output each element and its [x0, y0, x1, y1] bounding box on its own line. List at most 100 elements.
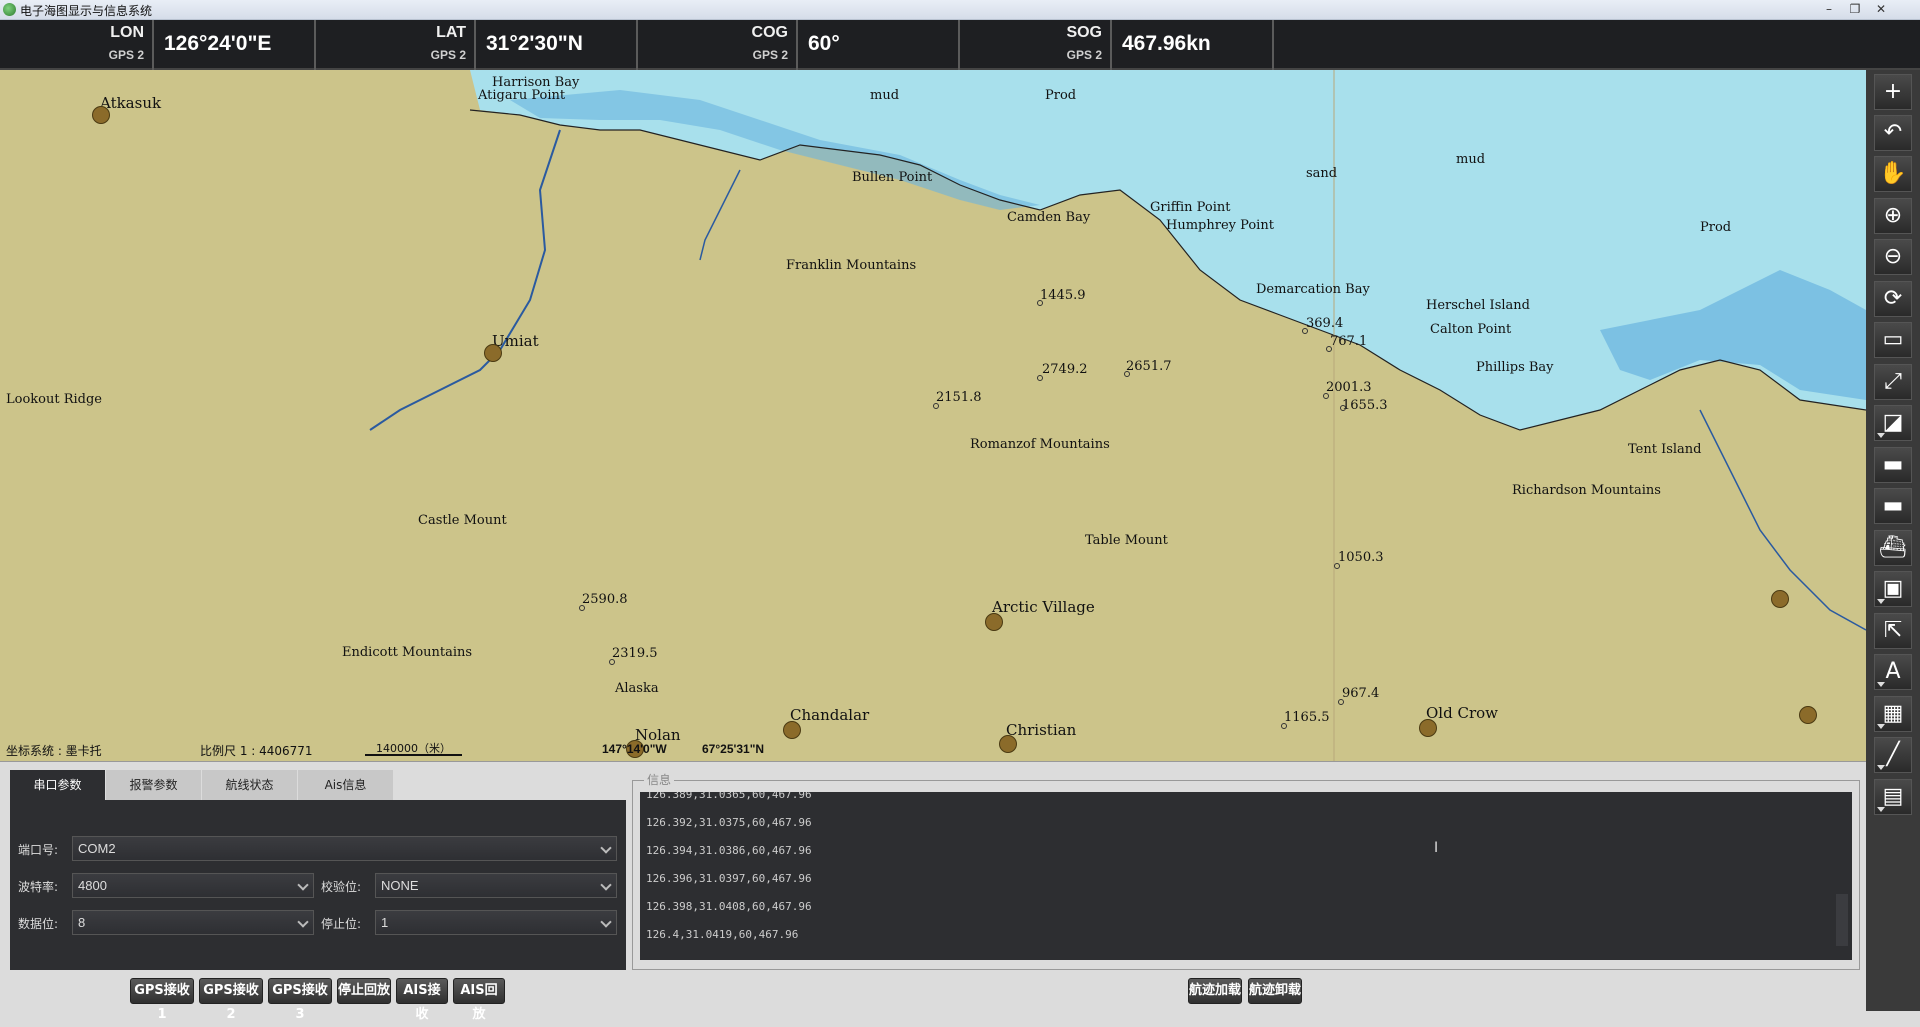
chevron-down-icon	[297, 916, 309, 928]
sog-source: GPS 2	[1066, 48, 1102, 62]
lat-value: 31°2'30"N	[486, 32, 583, 55]
zoom-in-icon[interactable]: ⊕	[1874, 198, 1912, 234]
chevron-down-icon	[297, 879, 309, 891]
town-marker-east2	[1799, 706, 1817, 724]
serial-panel: 端口号: COM2 波特率: 4800 校验位: NONE 数据位: 8 停止位…	[10, 800, 626, 970]
lat-value-cell: 31°2'30"N	[476, 20, 638, 70]
undo-icon[interactable]: ↶	[1874, 115, 1912, 151]
cog-label-cell: COG GPS 2	[638, 20, 798, 70]
plus-icon[interactable]: +	[1874, 74, 1912, 110]
track-unload-button[interactable]: 航迹卸载	[1248, 978, 1302, 1004]
tab-ais[interactable]: Ais信息	[298, 770, 393, 800]
chart-map[interactable]: Prod Prod mud mud sand Atkasuk Umiat Loo…	[0, 70, 1866, 762]
document-icon[interactable]: ▤	[1874, 779, 1912, 815]
zoom-out-icon[interactable]: ⊖	[1874, 239, 1912, 275]
elevation-label: 767.1	[1330, 334, 1368, 349]
sea-label-prod: Prod	[1700, 220, 1732, 235]
elevation-label: 1050.3	[1338, 550, 1384, 565]
town-umiat-marker	[484, 344, 502, 362]
route-icon[interactable]: ⇱	[1874, 613, 1912, 649]
place-bullen-point: Bullen Point	[852, 170, 933, 185]
town-marker-east	[1771, 590, 1789, 608]
tab-route-status[interactable]: 航线状态	[202, 770, 297, 800]
stop-bits-label: 停止位:	[321, 917, 362, 931]
sea-label-mud: mud	[870, 88, 900, 103]
hand-icon[interactable]: ✋	[1874, 156, 1912, 192]
place-christian: Christian	[1006, 721, 1077, 739]
ais-receive-button[interactable]: AIS接收	[396, 978, 448, 1022]
ruler2-icon[interactable]: ▬	[1874, 488, 1912, 524]
place-phillips-bay: Phillips Bay	[1476, 360, 1554, 375]
baud-select[interactable]: 4800	[72, 873, 314, 898]
stop-playback-button[interactable]: 停止回放	[337, 978, 391, 1004]
town-chandalar-marker	[783, 721, 801, 739]
sog-label-cell: SOG GPS 2	[960, 20, 1112, 70]
town-atkasuk-marker	[92, 106, 110, 124]
port-value: COM2	[78, 841, 116, 856]
town-old-crow-marker	[1419, 719, 1437, 737]
text-icon[interactable]: A	[1874, 654, 1912, 690]
elevation-marker	[1281, 723, 1287, 729]
elevation-marker	[579, 605, 585, 611]
place-chandalar: Chandalar	[790, 706, 870, 724]
chart-layer-icon[interactable]: ◪	[1874, 405, 1912, 441]
elevation-label: 2151.8	[936, 390, 982, 405]
port-select[interactable]: COM2	[72, 836, 617, 861]
lat-label-cell: LAT GPS 2	[316, 20, 476, 70]
place-demarcation-bay: Demarcation Bay	[1256, 282, 1370, 297]
elevation-label: 1655.3	[1342, 398, 1388, 413]
track-load-button[interactable]: 航迹加载	[1188, 978, 1242, 1004]
place-camden-bay: Camden Bay	[1007, 210, 1091, 225]
map-icon[interactable]: ▦	[1874, 696, 1912, 732]
minimize-button[interactable]: –	[1818, 0, 1840, 18]
place-griffin-point: Griffin Point	[1150, 200, 1231, 215]
lon-label: LON	[110, 24, 144, 41]
elevation-marker	[1037, 375, 1043, 381]
tab-serial[interactable]: 串口参数	[10, 770, 105, 800]
parity-select[interactable]: NONE	[375, 873, 617, 898]
gps-receive-3-button[interactable]: GPS接收3	[268, 978, 332, 1022]
sog-value: 467.96kn	[1122, 32, 1211, 55]
sea-label-sand: sand	[1306, 166, 1338, 181]
coord-system-label: 坐标系统 : 墨卡托	[6, 744, 102, 758]
info-log[interactable]: 126.389,31.0365,60,467.96 126.392,31.037…	[640, 792, 1852, 960]
elevation-marker	[1334, 563, 1340, 569]
scale-bar-label: 140000（米）	[376, 742, 451, 755]
elevation-label: 369.4	[1306, 316, 1344, 331]
tab-alarm[interactable]: 报警参数	[106, 770, 201, 800]
image-icon[interactable]: ▣	[1874, 571, 1912, 607]
ship-icon[interactable]: ⛴	[1874, 530, 1912, 566]
ruler-icon[interactable]: ▬	[1874, 447, 1912, 483]
data-bits-label: 数据位:	[18, 917, 59, 931]
log-line: 126.396,31.0397,60,467.96	[646, 872, 812, 885]
place-tent-island: Tent Island	[1628, 442, 1702, 457]
chevron-down-icon	[600, 879, 612, 891]
gps-receive-2-button[interactable]: GPS接收2	[199, 978, 263, 1022]
gps-receive-1-button[interactable]: GPS接收1	[130, 978, 194, 1022]
cog-source: GPS 2	[752, 48, 788, 62]
place-calton-point: Calton Point	[1430, 322, 1512, 337]
elevation-label: 2319.5	[612, 646, 658, 661]
stop-bits-select[interactable]: 1	[375, 910, 617, 935]
sea-label-prod: Prod	[1045, 88, 1077, 103]
pencil-icon[interactable]: ╱	[1874, 737, 1912, 773]
close-button[interactable]: ✕	[1870, 0, 1892, 18]
elevation-label: 1445.9	[1040, 288, 1086, 303]
log-scrollbar[interactable]	[1836, 894, 1848, 946]
restore-button[interactable]: ❐	[1844, 0, 1866, 18]
window-icon[interactable]: ▭	[1874, 322, 1912, 358]
map-graphics	[365, 70, 1866, 761]
place-humphrey-point: Humphrey Point	[1166, 218, 1274, 233]
ais-playback-button[interactable]: AIS回放	[453, 978, 505, 1022]
fullscreen-icon[interactable]: ⤢	[1874, 364, 1912, 400]
data-bits-select[interactable]: 8	[72, 910, 314, 935]
parity-label: 校验位:	[321, 880, 362, 894]
place-herschel-island: Herschel Island	[1426, 298, 1530, 313]
elevation-label: 2001.3	[1326, 380, 1372, 395]
refresh-icon[interactable]: ⟳	[1874, 281, 1912, 317]
cog-label: COG	[751, 24, 788, 41]
elevation-label: 2590.8	[582, 592, 628, 607]
lon-label-cell: LON GPS 2	[0, 20, 154, 70]
lon-value-cell: 126°24'0"E	[154, 20, 316, 70]
stop-bits-value: 1	[381, 915, 389, 930]
